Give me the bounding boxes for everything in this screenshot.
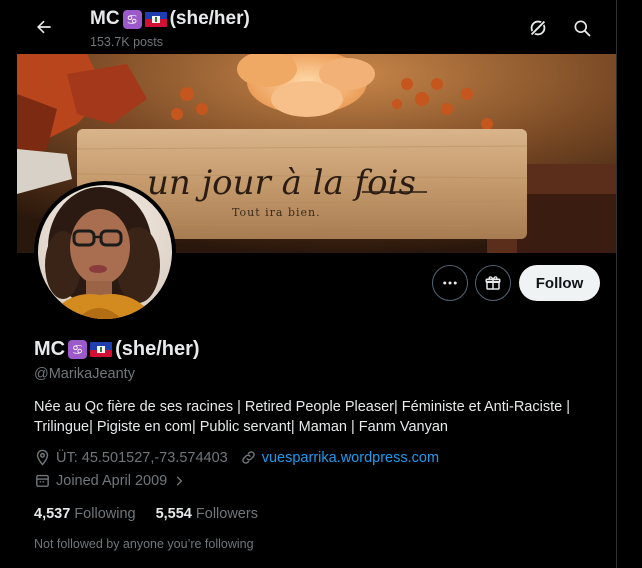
more-dots-icon	[443, 281, 457, 285]
haiti-flag-icon	[144, 11, 167, 27]
avatar[interactable]	[34, 181, 176, 323]
header-title: MC ♋ (she/her)	[90, 8, 250, 30]
location-pin-icon	[36, 449, 49, 466]
following-label: Following	[74, 506, 136, 522]
location: ÜT: 45.501527,-73.574403	[34, 449, 228, 466]
cancer-zodiac-icon: ♋	[68, 340, 88, 359]
search-button[interactable]	[568, 14, 596, 42]
followers-count: 5,554	[155, 506, 192, 522]
follow-button[interactable]: Follow	[519, 265, 600, 301]
header-name: MC	[90, 8, 120, 29]
haiti-flag-icon	[90, 342, 113, 357]
followers-link[interactable]: 5,554 Followers	[156, 506, 258, 522]
profile-header: MC ♋ (she/her) 153.7K posts	[17, 0, 616, 54]
profile-display-name: MC	[34, 338, 66, 360]
profile-meta-row: ÜT: 45.501527,-73.574403 vuesparrika.wor…	[34, 449, 439, 466]
location-text: ÜT: 45.501527,-73.574403	[56, 449, 228, 466]
right-gutter	[617, 0, 642, 568]
back-button[interactable]	[29, 12, 59, 42]
banner-small-text: Tout ira bien.	[232, 206, 321, 219]
search-icon	[574, 20, 591, 37]
calendar-icon	[36, 474, 49, 487]
joined[interactable]: Joined April 2009	[34, 472, 186, 489]
posts-count: 153.7K posts	[90, 35, 163, 49]
joined-row[interactable]: Joined April 2009	[34, 472, 186, 489]
chevron-right-icon	[177, 475, 183, 486]
banner-script-text: un jour à la fois	[147, 163, 416, 203]
subscribe-gift-button[interactable]	[475, 265, 511, 301]
avatar-photo	[38, 185, 172, 319]
profile-bio: Née au Qc fière de ses racines | Retired…	[34, 399, 570, 435]
website[interactable]: vuesparrika.wordpress.com	[240, 449, 439, 466]
profile-name: MC ♋ (she/her)	[34, 338, 200, 361]
link-icon	[241, 451, 255, 464]
profile-page: MC ♋ (she/her) 153.7K posts un jour à la…	[0, 0, 642, 568]
more-options-button[interactable]	[432, 265, 468, 301]
profile-pronouns: (she/her)	[115, 338, 200, 360]
header-pronouns: (she/her)	[169, 8, 250, 29]
not-followed-text: Not followed by anyone you’re following	[34, 537, 254, 551]
following-link[interactable]: 4,537 Following	[34, 506, 136, 522]
cancer-zodiac-icon: ♋	[122, 9, 142, 29]
following-count: 4,537	[34, 506, 71, 522]
profile-handle: @MarikaJeanty	[34, 366, 135, 382]
grok-icon	[529, 19, 547, 37]
grok-button[interactable]	[524, 14, 552, 42]
website-link[interactable]: vuesparrika.wordpress.com	[262, 450, 439, 466]
arrow-left-icon	[37, 20, 51, 34]
followers-label: Followers	[195, 506, 258, 522]
joined-text: Joined April 2009	[56, 472, 168, 489]
gift-icon	[485, 276, 501, 290]
follow-stats: 4,537 Following 5,554 Followers	[34, 506, 258, 522]
